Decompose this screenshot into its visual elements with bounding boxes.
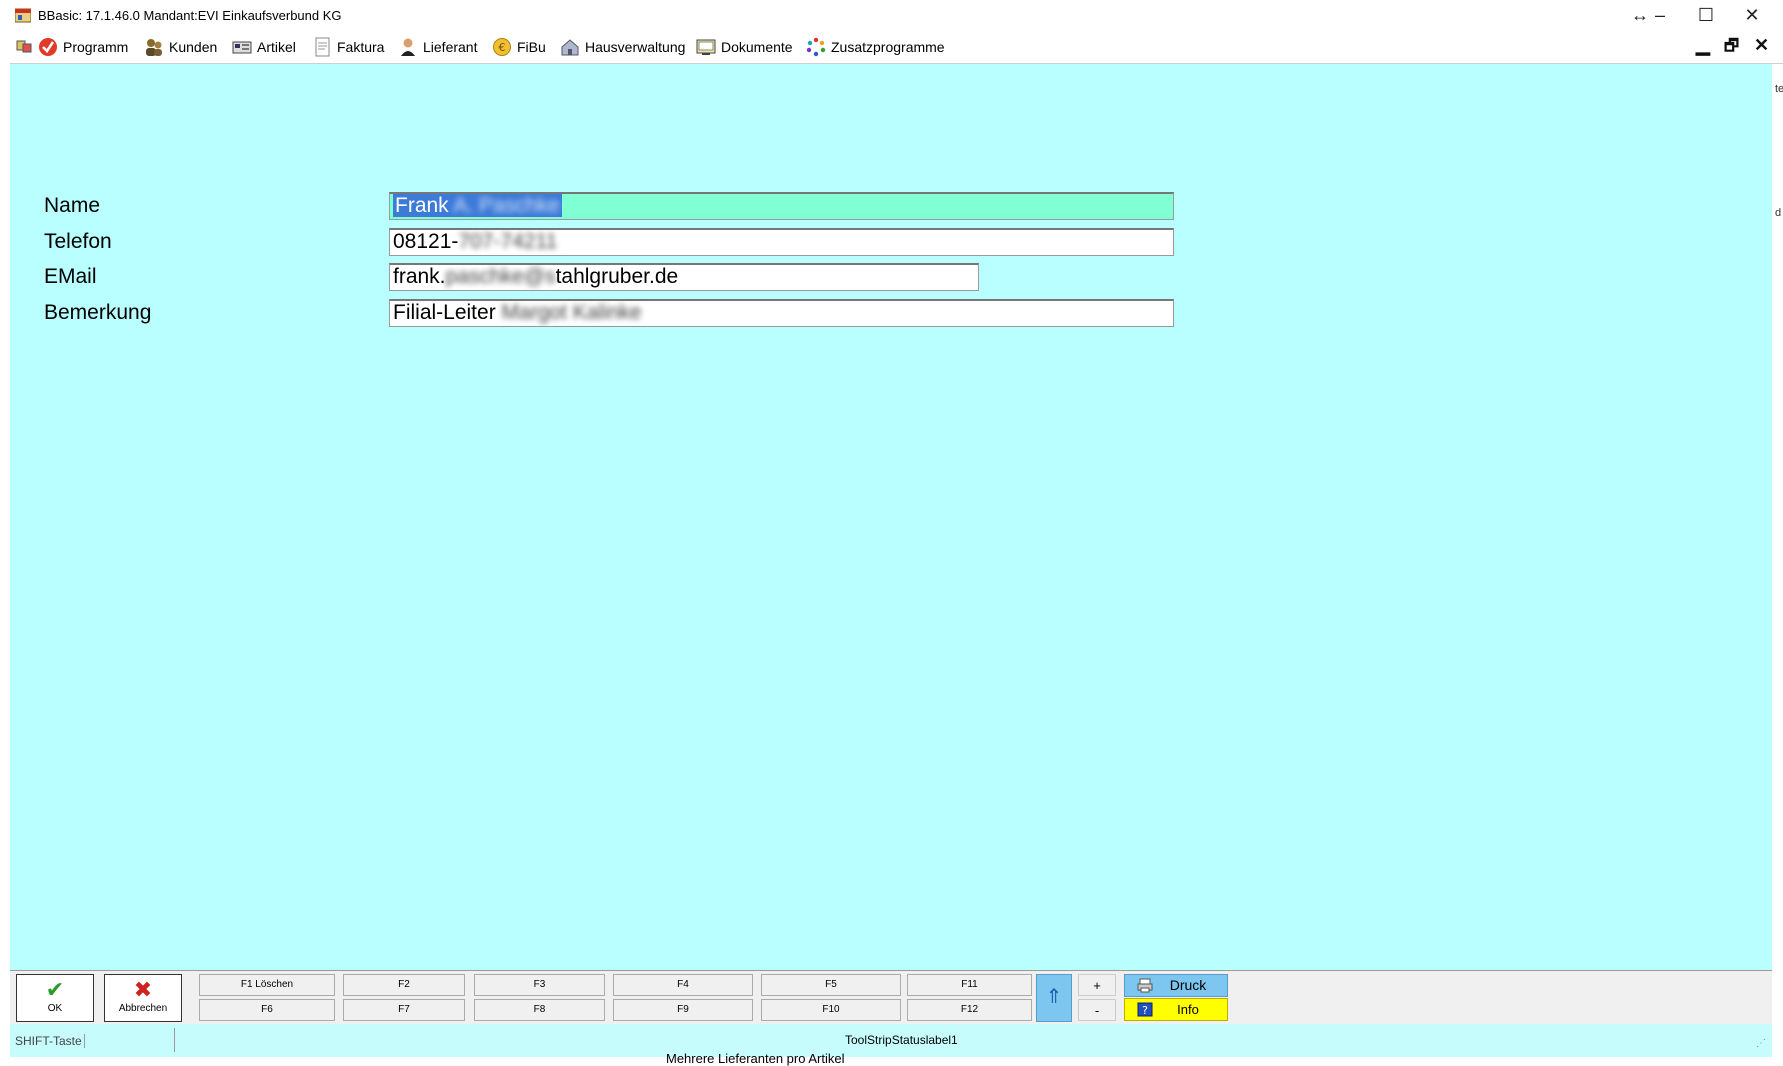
- email-value-blurred: paschke@s: [445, 265, 556, 288]
- menu-fibu[interactable]: € FiBu: [492, 36, 546, 58]
- info-label: Info: [1177, 1002, 1199, 1017]
- menu-label: Faktura: [337, 39, 385, 55]
- status-label: ToolStripStatuslabel1: [845, 1033, 958, 1047]
- menu-label: Zusatzprogramme: [831, 39, 945, 55]
- email-label: EMail: [44, 265, 97, 288]
- minus-button[interactable]: -: [1078, 999, 1116, 1021]
- bemerkung-value: Filial-Leiter: [393, 301, 496, 324]
- minimize-button[interactable]: –: [1640, 3, 1680, 27]
- status-bar: SHIFT-Taste ToolStripStatuslabel1 ⋰: [10, 1024, 1772, 1057]
- druck-button[interactable]: Druck: [1124, 974, 1228, 997]
- faktura-icon: [315, 37, 330, 57]
- zusatzprogramme-icon: [806, 37, 826, 57]
- menu-label: Hausverwaltung: [585, 39, 686, 55]
- telefon-value: 08121-: [393, 230, 459, 253]
- programm-icon: [39, 38, 57, 56]
- mdi-minimize-button[interactable]: ▁: [1696, 35, 1710, 56]
- f6-button[interactable]: F6: [199, 999, 335, 1021]
- bemerkung-label: Bemerkung: [44, 301, 152, 324]
- email-field[interactable]: frank.paschke@stahlgruber.de: [389, 263, 979, 291]
- svg-text:€: €: [499, 41, 506, 54]
- f4-button[interactable]: F4: [613, 974, 753, 996]
- background-text: d: [1775, 207, 1782, 219]
- f2-button[interactable]: F2: [343, 974, 465, 996]
- cancel-x-icon: ✖: [133, 977, 153, 1002]
- app-icon: [15, 8, 31, 23]
- menu-dokumente[interactable]: Dokumente: [696, 36, 793, 58]
- telefon-field[interactable]: 08121-707-74211: [389, 228, 1174, 256]
- name-field[interactable]: Frank A. Paschke: [389, 192, 1174, 220]
- f10-button[interactable]: F10: [761, 999, 901, 1021]
- cancel-label: Abbrechen: [118, 1003, 168, 1014]
- status-separator: [174, 1028, 175, 1052]
- window-title: BBasic: 17.1.46.0 Mandant:EVI Einkaufsve…: [38, 8, 342, 23]
- shift-status: SHIFT-Taste: [15, 1034, 85, 1048]
- bemerkung-value-blurred: Margot Kalinke: [501, 301, 642, 324]
- mdi-close-button[interactable]: ✕: [1754, 35, 1769, 56]
- maximize-button[interactable]: ☐: [1686, 3, 1726, 27]
- menu-label: Lieferant: [423, 39, 478, 55]
- menu-kunden[interactable]: Kunden: [144, 36, 217, 58]
- close-button[interactable]: ✕: [1732, 3, 1772, 27]
- dokumente-icon: [696, 39, 716, 55]
- telefon-value-blurred: 707-74211: [458, 230, 558, 253]
- menu-label: FiBu: [517, 39, 546, 55]
- kunden-icon: [146, 39, 162, 56]
- hausverwaltung-icon: [561, 39, 579, 56]
- menu-lieferant[interactable]: Lieferant: [398, 36, 477, 58]
- ok-label: OK: [47, 1003, 63, 1014]
- f12-button[interactable]: F12: [907, 999, 1032, 1021]
- f1-button[interactable]: F1 Löschen: [199, 974, 335, 996]
- menu-label: Kunden: [169, 39, 218, 55]
- name-value: Frank: [395, 194, 449, 217]
- mdi-document-icon: [16, 40, 32, 53]
- f8-button[interactable]: F8: [474, 999, 605, 1021]
- email-value-prefix: frank.: [393, 265, 446, 288]
- menu-faktura[interactable]: Faktura: [312, 36, 384, 58]
- toggle-toolbar-button[interactable]: ⇑: [1036, 974, 1072, 1022]
- background-text: te: [1775, 83, 1783, 95]
- menu-bar: Programm Kunden Artikel Faktura Lieferan…: [10, 30, 1783, 64]
- email-value-suffix: tahlgruber.de: [555, 265, 679, 288]
- f11-button[interactable]: F11: [907, 974, 1032, 996]
- chevron-up-double-icon: ⇑: [1045, 986, 1063, 1008]
- menu-zusatzprogramme[interactable]: Zusatzprogramme: [806, 36, 945, 58]
- form-area: Name Frank A. Paschke Telefon 08121-707-…: [10, 64, 1772, 970]
- menu-label: Dokumente: [721, 39, 793, 55]
- artikel-icon: [232, 41, 252, 54]
- info-button[interactable]: ? Info: [1124, 998, 1228, 1021]
- bemerkung-field[interactable]: Filial-Leiter Margot Kalinke: [389, 299, 1174, 327]
- menu-programm[interactable]: Programm: [38, 36, 128, 58]
- f9-button[interactable]: F9: [613, 999, 753, 1021]
- f3-button[interactable]: F3: [474, 974, 605, 996]
- ok-button[interactable]: ✔ OK: [16, 974, 94, 1022]
- plus-button[interactable]: +: [1078, 974, 1116, 996]
- f7-button[interactable]: F7: [343, 999, 465, 1021]
- menu-artikel[interactable]: Artikel: [232, 36, 296, 58]
- function-key-bar: ✔ OK ✖ Abbrechen F1 Löschen F2 F3 F4 F5 …: [10, 970, 1772, 1025]
- druck-label: Druck: [1169, 977, 1207, 993]
- name-value-blurred: A. Paschke: [453, 194, 560, 217]
- menu-label: Programm: [63, 39, 129, 55]
- f5-button[interactable]: F5: [761, 974, 901, 996]
- resize-grip-icon[interactable]: ⋰: [1756, 1038, 1766, 1049]
- name-label: Name: [44, 194, 101, 217]
- lieferant-icon: [401, 38, 415, 56]
- menu-hausverwaltung[interactable]: Hausverwaltung: [560, 36, 685, 58]
- fibu-icon: €: [493, 38, 511, 56]
- checkmark-icon: ✔: [45, 977, 65, 1002]
- title-bar: BBasic: 17.1.46.0 Mandant:EVI Einkaufsve…: [0, 0, 1783, 30]
- cancel-button[interactable]: ✖ Abbrechen: [104, 974, 182, 1022]
- telefon-label: Telefon: [44, 230, 112, 253]
- menu-label: Artikel: [257, 39, 296, 55]
- mdi-restore-button[interactable]: 🗗: [1724, 35, 1739, 62]
